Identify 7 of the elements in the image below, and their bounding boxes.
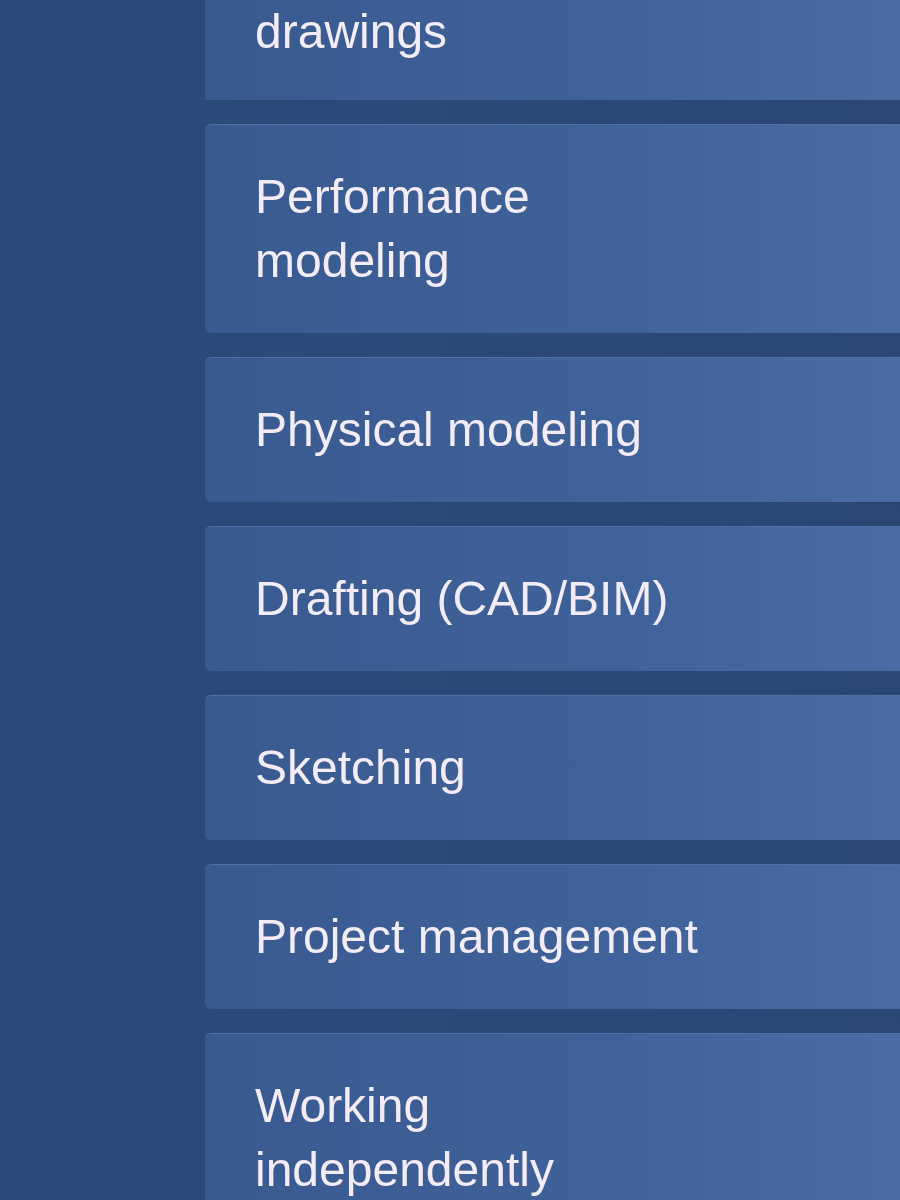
option-card[interactable]: drawings [205,0,900,100]
option-card[interactable]: Project management [205,864,900,1009]
option-card[interactable]: Sketching [205,695,900,840]
option-card[interactable]: Working independently [205,1033,900,1200]
option-card[interactable]: Performance modeling [205,124,900,333]
option-card[interactable]: Physical modeling [205,357,900,502]
option-card[interactable]: Drafting (CAD/BIM) [205,526,900,671]
